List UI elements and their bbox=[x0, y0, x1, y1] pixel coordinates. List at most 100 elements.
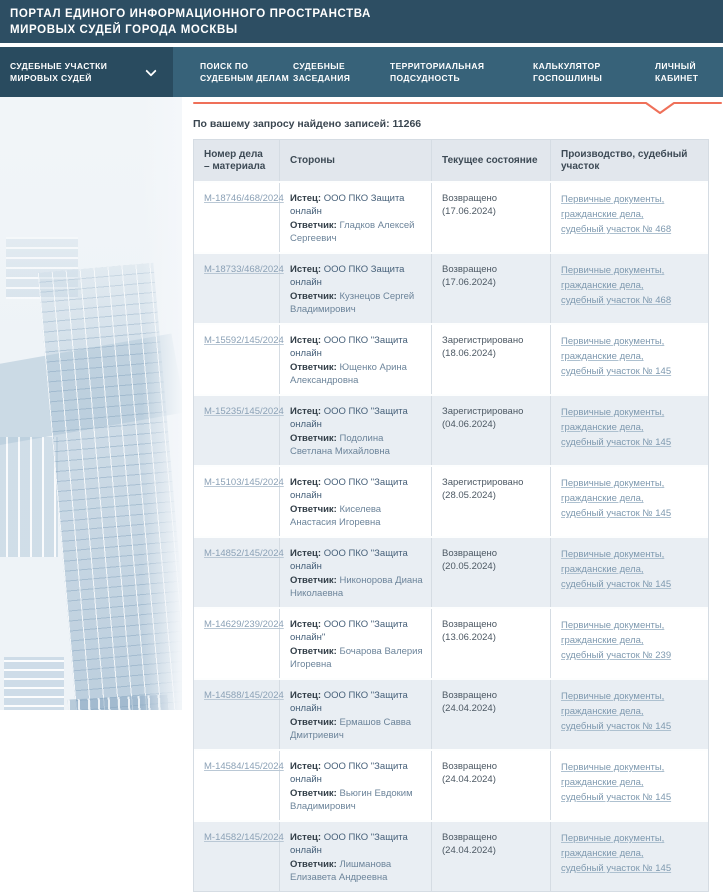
nav-item-label-line1: КАЛЬКУЛЯТОР bbox=[533, 60, 602, 72]
production-court-link[interactable]: Первичные документы, гражданские дела, с… bbox=[561, 760, 681, 805]
status-cell: Возвращено (24.04.2024) bbox=[432, 751, 551, 820]
case-number-cell: М-14582/145/2024 bbox=[194, 822, 280, 891]
parties-cell: Истец: ООО ПКО "Защита онлайн Ответчик: … bbox=[280, 396, 432, 465]
status-cell: Возвращено (24.04.2024) bbox=[432, 680, 551, 749]
production-cell: Первичные документы, гражданские дела, с… bbox=[551, 680, 708, 749]
parties-cell: Истец: ООО ПКО "Защита онлайн" Ответчик:… bbox=[280, 609, 432, 678]
production-court-link[interactable]: Первичные документы, гражданские дела, с… bbox=[561, 547, 681, 592]
defendant-label: Ответчик: bbox=[290, 220, 337, 231]
case-status-text: Возвращено (24.04.2024) bbox=[442, 761, 497, 785]
case-status-text: Возвращено (13.06.2024) bbox=[442, 619, 497, 643]
case-number-link[interactable]: М-18746/468/2024 bbox=[204, 193, 284, 204]
case-status-text: Зарегистрировано (28.05.2024) bbox=[442, 477, 523, 501]
table-row: М-14588/145/2024 Истец: ООО ПКО "Защита … bbox=[194, 678, 708, 749]
parties-cell: Истец: ООО ПКО "Защита онлайн Ответчик: … bbox=[280, 751, 432, 820]
city-building-shape bbox=[0, 437, 58, 557]
table-row: М-15592/145/2024 Истец: ООО ПКО "Защита … bbox=[194, 323, 708, 394]
main-nav: СУДЕБНЫЕ УЧАСТКИ МИРОВЫХ СУДЕЙ ПОИСК ПО … bbox=[0, 47, 723, 97]
case-number-link[interactable]: М-14588/145/2024 bbox=[204, 690, 284, 701]
case-status-text: Зарегистрировано (18.06.2024) bbox=[442, 335, 523, 359]
production-court-link[interactable]: Первичные документы, гражданские дела, с… bbox=[561, 263, 681, 308]
case-number-link[interactable]: М-18733/468/2024 bbox=[204, 264, 284, 275]
table-row: М-14852/145/2024 Истец: ООО ПКО "Защита … bbox=[194, 536, 708, 607]
case-number-cell: М-18733/468/2024 bbox=[194, 254, 280, 323]
case-number-link[interactable]: М-14629/239/2024 bbox=[204, 619, 284, 630]
cases-table: Номер дела – материала Стороны Текущее с… bbox=[193, 139, 709, 892]
case-number-link[interactable]: М-15235/145/2024 bbox=[204, 406, 284, 417]
plaintiff-label: Истец: bbox=[290, 193, 321, 204]
case-number-cell: М-14852/145/2024 bbox=[194, 538, 280, 607]
production-court-link[interactable]: Первичные документы, гражданские дела, с… bbox=[561, 192, 681, 237]
production-cell: Первичные документы, гражданские дела, с… bbox=[551, 538, 708, 607]
case-number-link[interactable]: М-15592/145/2024 bbox=[204, 335, 284, 346]
case-number-cell: М-15592/145/2024 bbox=[194, 325, 280, 394]
city-building-shape bbox=[4, 657, 64, 710]
nav-item-territorial-jurisdiction[interactable]: ТЕРРИТОРИАЛЬНАЯ ПОДСУДНОСТЬ bbox=[390, 47, 484, 97]
production-court-link[interactable]: Первичные документы, гражданские дела, с… bbox=[561, 618, 681, 663]
production-cell: Первичные документы, гражданские дела, с… bbox=[551, 183, 708, 252]
nav-item-label-line1: СУДЕБНЫЕ bbox=[293, 60, 350, 72]
defendant-label: Ответчик: bbox=[290, 859, 337, 870]
parties-cell: Истец: ООО ПКО "Защита онлайн Ответчик: … bbox=[280, 325, 432, 394]
results-count-line: По вашему запросу найдено записей: 11266 bbox=[193, 118, 421, 130]
production-cell: Первичные документы, гражданские дела, с… bbox=[551, 325, 708, 394]
status-cell: Зарегистрировано (04.06.2024) bbox=[432, 396, 551, 465]
defendant-label: Ответчик: bbox=[290, 717, 337, 728]
case-number-link[interactable]: М-15103/145/2024 bbox=[204, 477, 284, 488]
status-cell: Зарегистрировано (28.05.2024) bbox=[432, 467, 551, 536]
nav-item-label-line2: КАБИНЕТ bbox=[655, 72, 698, 84]
production-court-link[interactable]: Первичные документы, гражданские дела, с… bbox=[561, 476, 681, 521]
table-row: М-14629/239/2024 Истец: ООО ПКО "Защита … bbox=[194, 607, 708, 678]
production-court-link[interactable]: Первичные документы, гражданские дела, с… bbox=[561, 405, 681, 450]
case-number-link[interactable]: М-14582/145/2024 bbox=[204, 832, 284, 843]
results-count-value: 11266 bbox=[393, 118, 422, 130]
production-cell: Первичные документы, гражданские дела, с… bbox=[551, 609, 708, 678]
case-status-text: Возвращено (17.06.2024) bbox=[442, 264, 497, 288]
nav-item-label-line1: ЛИЧНЫЙ bbox=[655, 60, 698, 72]
defendant-label: Ответчик: bbox=[290, 788, 337, 799]
plaintiff-label: Истец: bbox=[290, 690, 321, 701]
nav-item-label-line2: ЗАСЕДАНИЯ bbox=[293, 72, 350, 84]
nav-item-personal-cabinet[interactable]: ЛИЧНЫЙ КАБИНЕТ bbox=[655, 47, 698, 97]
nav-item-court-districts[interactable]: СУДЕБНЫЕ УЧАСТКИ МИРОВЫХ СУДЕЙ bbox=[0, 47, 173, 97]
nav-item-duty-calculator[interactable]: КАЛЬКУЛЯТОР ГОСПОШЛИНЫ bbox=[533, 47, 602, 97]
table-row: М-15235/145/2024 Истец: ООО ПКО "Защита … bbox=[194, 394, 708, 465]
status-cell: Возвращено (17.06.2024) bbox=[432, 254, 551, 323]
case-status-text: Зарегистрировано (04.06.2024) bbox=[442, 406, 523, 430]
nav-item-label-line2: СУДЕБНЫМ ДЕЛАМ bbox=[200, 72, 289, 84]
production-cell: Первичные документы, гражданские дела, с… bbox=[551, 396, 708, 465]
table-row: М-14582/145/2024 Истец: ООО ПКО "Защита … bbox=[194, 820, 708, 891]
results-count-label: По вашему запросу найдено записей: bbox=[193, 118, 390, 130]
production-court-link[interactable]: Первичные документы, гражданские дела, с… bbox=[561, 334, 681, 379]
defendant-label: Ответчик: bbox=[290, 433, 337, 444]
table-row: М-14584/145/2024 Истец: ООО ПКО "Защита … bbox=[194, 749, 708, 820]
site-title-line1: ПОРТАЛ ЕДИНОГО ИНФОРМАЦИОННОГО ПРОСТРАНС… bbox=[10, 6, 723, 22]
city-background-image bbox=[0, 97, 182, 710]
plaintiff-label: Истец: bbox=[290, 335, 321, 346]
production-court-link[interactable]: Первичные документы, гражданские дела, с… bbox=[561, 689, 681, 734]
status-cell: Возвращено (20.05.2024) bbox=[432, 538, 551, 607]
column-header-case-number: Номер дела – материала bbox=[194, 140, 280, 181]
case-number-link[interactable]: М-14584/145/2024 bbox=[204, 761, 284, 772]
table-header-row: Номер дела – материала Стороны Текущее с… bbox=[194, 140, 708, 181]
table-body: М-18746/468/2024 Истец: ООО ПКО Защита о… bbox=[194, 181, 708, 891]
site-title: ПОРТАЛ ЕДИНОГО ИНФОРМАЦИОННОГО ПРОСТРАНС… bbox=[0, 0, 723, 38]
defendant-label: Ответчик: bbox=[290, 575, 337, 586]
case-number-cell: М-14629/239/2024 bbox=[194, 609, 280, 678]
plaintiff-label: Истец: bbox=[290, 548, 321, 559]
table-row: М-18733/468/2024 Истец: ООО ПКО Защита о… bbox=[194, 252, 708, 323]
production-cell: Первичные документы, гражданские дела, с… bbox=[551, 467, 708, 536]
parties-cell: Истец: ООО ПКО Защита онлайн Ответчик: Г… bbox=[280, 183, 432, 252]
nav-item-label-line2: ПОДСУДНОСТЬ bbox=[390, 72, 484, 84]
plaintiff-label: Истец: bbox=[290, 477, 321, 488]
plaintiff-label: Истец: bbox=[290, 406, 321, 417]
defendant-label: Ответчик: bbox=[290, 646, 337, 657]
case-number-link[interactable]: М-14852/145/2024 bbox=[204, 548, 284, 559]
defendant-label: Ответчик: bbox=[290, 362, 337, 373]
column-header-parties: Стороны bbox=[280, 140, 432, 181]
production-court-link[interactable]: Первичные документы, гражданские дела, с… bbox=[561, 831, 681, 876]
nav-item-case-search[interactable]: ПОИСК ПО СУДЕБНЫМ ДЕЛАМ bbox=[200, 47, 289, 97]
defendant-label: Ответчик: bbox=[290, 504, 337, 515]
nav-item-label-line1: ПОИСК ПО bbox=[200, 60, 289, 72]
nav-item-court-sessions[interactable]: СУДЕБНЫЕ ЗАСЕДАНИЯ bbox=[293, 47, 350, 97]
